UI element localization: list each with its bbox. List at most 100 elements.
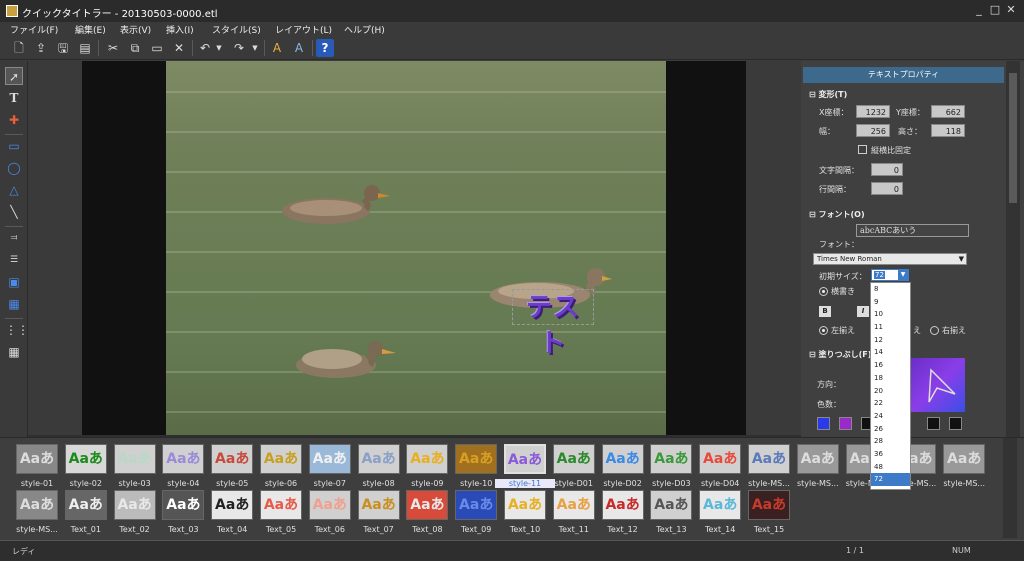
triangle-icon[interactable]: △ <box>5 181 23 199</box>
color-swatch[interactable] <box>949 417 962 430</box>
delete-icon[interactable]: ✕ <box>170 39 188 57</box>
style-preset-tile[interactable]: Aaあ <box>601 444 644 474</box>
style-preset-tile[interactable]: Aaあ <box>260 444 302 474</box>
size-option[interactable]: 28 <box>871 435 910 448</box>
size-select[interactable]: 72 ▼ <box>871 269 909 281</box>
style-preset-tile[interactable]: Aaあ <box>162 444 205 474</box>
align-left-icon[interactable]: ⫤ <box>5 229 23 247</box>
menu-edit[interactable]: 編集(E) <box>75 23 106 36</box>
font-section-header[interactable]: ⊟ フォント(O) <box>809 209 865 220</box>
size-option[interactable]: 72 <box>871 473 910 486</box>
size-option[interactable]: 12 <box>871 334 910 347</box>
text-style-icon[interactable]: A <box>268 39 286 57</box>
style-preset-tile[interactable]: Aaあ <box>748 490 790 520</box>
canvas-text-object[interactable]: テスト <box>512 289 594 359</box>
size-option[interactable]: 11 <box>871 321 910 334</box>
style-preset-tile[interactable]: Aaあ <box>211 490 254 520</box>
size-option[interactable]: 16 <box>871 359 910 372</box>
color-swatch[interactable] <box>839 417 852 430</box>
new-icon[interactable]: 🗋 <box>10 39 28 57</box>
fill-section-header[interactable]: ⊟ 塗りつぶし(F) <box>809 349 871 360</box>
style-preset-tile[interactable]: Aaあ <box>601 490 644 520</box>
paste-icon[interactable]: ▭ <box>148 39 166 57</box>
ellipse-icon[interactable]: ◯ <box>5 159 23 177</box>
redo-icon[interactable]: ↷ <box>230 39 248 57</box>
open-icon[interactable]: ⇪ <box>32 39 50 57</box>
undo-icon[interactable]: ↶ <box>196 39 214 57</box>
style-preset-tile[interactable]: Aaあ <box>650 490 693 520</box>
text-effect-icon[interactable]: A <box>290 39 308 57</box>
crosshair-icon[interactable]: ✚ <box>5 111 23 129</box>
style-preset-tile[interactable]: Aaあ <box>699 490 742 520</box>
style-preset-tile[interactable]: Aaあ <box>308 490 351 520</box>
size-option[interactable]: 26 <box>871 423 910 436</box>
style-preset-tile[interactable]: Aaあ <box>455 490 498 520</box>
style-preset-tile[interactable]: Aaあ <box>357 490 400 520</box>
aspect-ratio-checkbox[interactable] <box>858 145 867 154</box>
align-left-radio[interactable] <box>819 326 828 335</box>
style-preset-tile[interactable]: Aaあ <box>504 444 546 474</box>
panel-scrollbar[interactable] <box>1006 61 1020 437</box>
style-preset-tile[interactable]: Aaあ <box>308 444 351 474</box>
align-center-icon[interactable]: ☰ <box>5 251 23 269</box>
y-field[interactable]: 662 <box>931 105 965 118</box>
rectangle-icon[interactable]: ▭ <box>5 137 23 155</box>
size-option[interactable]: 18 <box>871 372 910 385</box>
select-arrow-icon[interactable]: ➚ <box>5 67 23 85</box>
size-option[interactable]: 14 <box>871 346 910 359</box>
line-spacing-field[interactable]: 0 <box>871 182 903 195</box>
style-preset-tile[interactable]: Aaあ <box>699 444 742 474</box>
align-right-radio[interactable] <box>930 326 939 335</box>
size-option[interactable]: 9 <box>871 296 910 309</box>
bold-button[interactable]: B <box>819 306 831 317</box>
style-preset-tile[interactable]: Aaあ <box>552 490 595 520</box>
height-field[interactable]: 118 <box>931 124 965 137</box>
style-preset-tile[interactable]: Aaあ <box>64 490 107 520</box>
menu-style[interactable]: スタイル(S) <box>212 23 261 36</box>
size-option[interactable]: 24 <box>871 410 910 423</box>
line-icon[interactable]: ╲ <box>5 203 23 221</box>
horizontal-radio[interactable] <box>819 287 828 296</box>
size-option[interactable]: 10 <box>871 308 910 321</box>
menu-layout[interactable]: レイアウト(L) <box>275 23 332 36</box>
size-option[interactable]: 20 <box>871 385 910 398</box>
style-preset-tile[interactable]: Aaあ <box>260 490 302 520</box>
background-photo[interactable] <box>166 61 666 435</box>
size-option[interactable]: 36 <box>871 448 910 461</box>
style-preset-tile[interactable]: Aaあ <box>796 444 839 474</box>
x-field[interactable]: 1232 <box>856 105 890 118</box>
style-preset-tile[interactable]: Aaあ <box>552 444 595 474</box>
text-tool-icon[interactable]: T <box>5 89 23 107</box>
color-swatch[interactable] <box>817 417 830 430</box>
size-dropdown-list[interactable]: 8 9 10 11 12 14 16 18 20 22 24 26 28 36 48 72 <box>870 282 911 490</box>
align-right-icon[interactable]: ▣ <box>5 273 23 291</box>
style-preset-tile[interactable]: Aaあ <box>748 444 790 474</box>
style-preset-tile[interactable]: Aaあ <box>113 490 156 520</box>
style-preset-tile[interactable]: Aaあ <box>650 444 693 474</box>
style-preset-tile[interactable]: Aaあ <box>406 490 449 520</box>
menu-file[interactable]: ファイル(F) <box>10 23 58 36</box>
minimize-button[interactable]: _ <box>972 3 986 17</box>
undo-dropdown-icon[interactable]: ▼ <box>214 39 224 57</box>
style-preset-tile[interactable]: Aaあ <box>16 444 58 474</box>
menu-view[interactable]: 表示(V) <box>120 23 151 36</box>
style-preset-tile[interactable]: Aaあ <box>943 444 986 474</box>
copy-icon[interactable]: ⧉ <box>126 39 144 57</box>
save-as-icon[interactable]: ▤ <box>76 39 94 57</box>
maximize-button[interactable]: □ <box>988 3 1002 17</box>
style-preset-tile[interactable]: Aaあ <box>211 444 254 474</box>
style-preset-tile[interactable]: Aaあ <box>406 444 449 474</box>
canvas-area[interactable]: テスト <box>28 61 801 437</box>
style-preset-tile[interactable]: Aaあ <box>455 444 498 474</box>
style-preset-tile[interactable]: Aaあ <box>64 444 107 474</box>
grid-icon[interactable]: ⋮⋮ <box>5 321 29 339</box>
cut-icon[interactable]: ✂ <box>104 39 122 57</box>
style-preset-tile[interactable]: Aaあ <box>504 490 546 520</box>
italic-button[interactable]: I <box>857 306 869 317</box>
style-preset-tile[interactable]: Aaあ <box>16 490 58 520</box>
menu-help[interactable]: ヘルプ(H) <box>344 23 385 36</box>
transform-section-header[interactable]: ⊟ 変形(T) <box>809 89 847 100</box>
close-button[interactable]: ✕ <box>1004 3 1018 17</box>
size-option[interactable]: 8 <box>871 283 910 296</box>
save-icon[interactable]: 🖫 <box>54 39 72 57</box>
